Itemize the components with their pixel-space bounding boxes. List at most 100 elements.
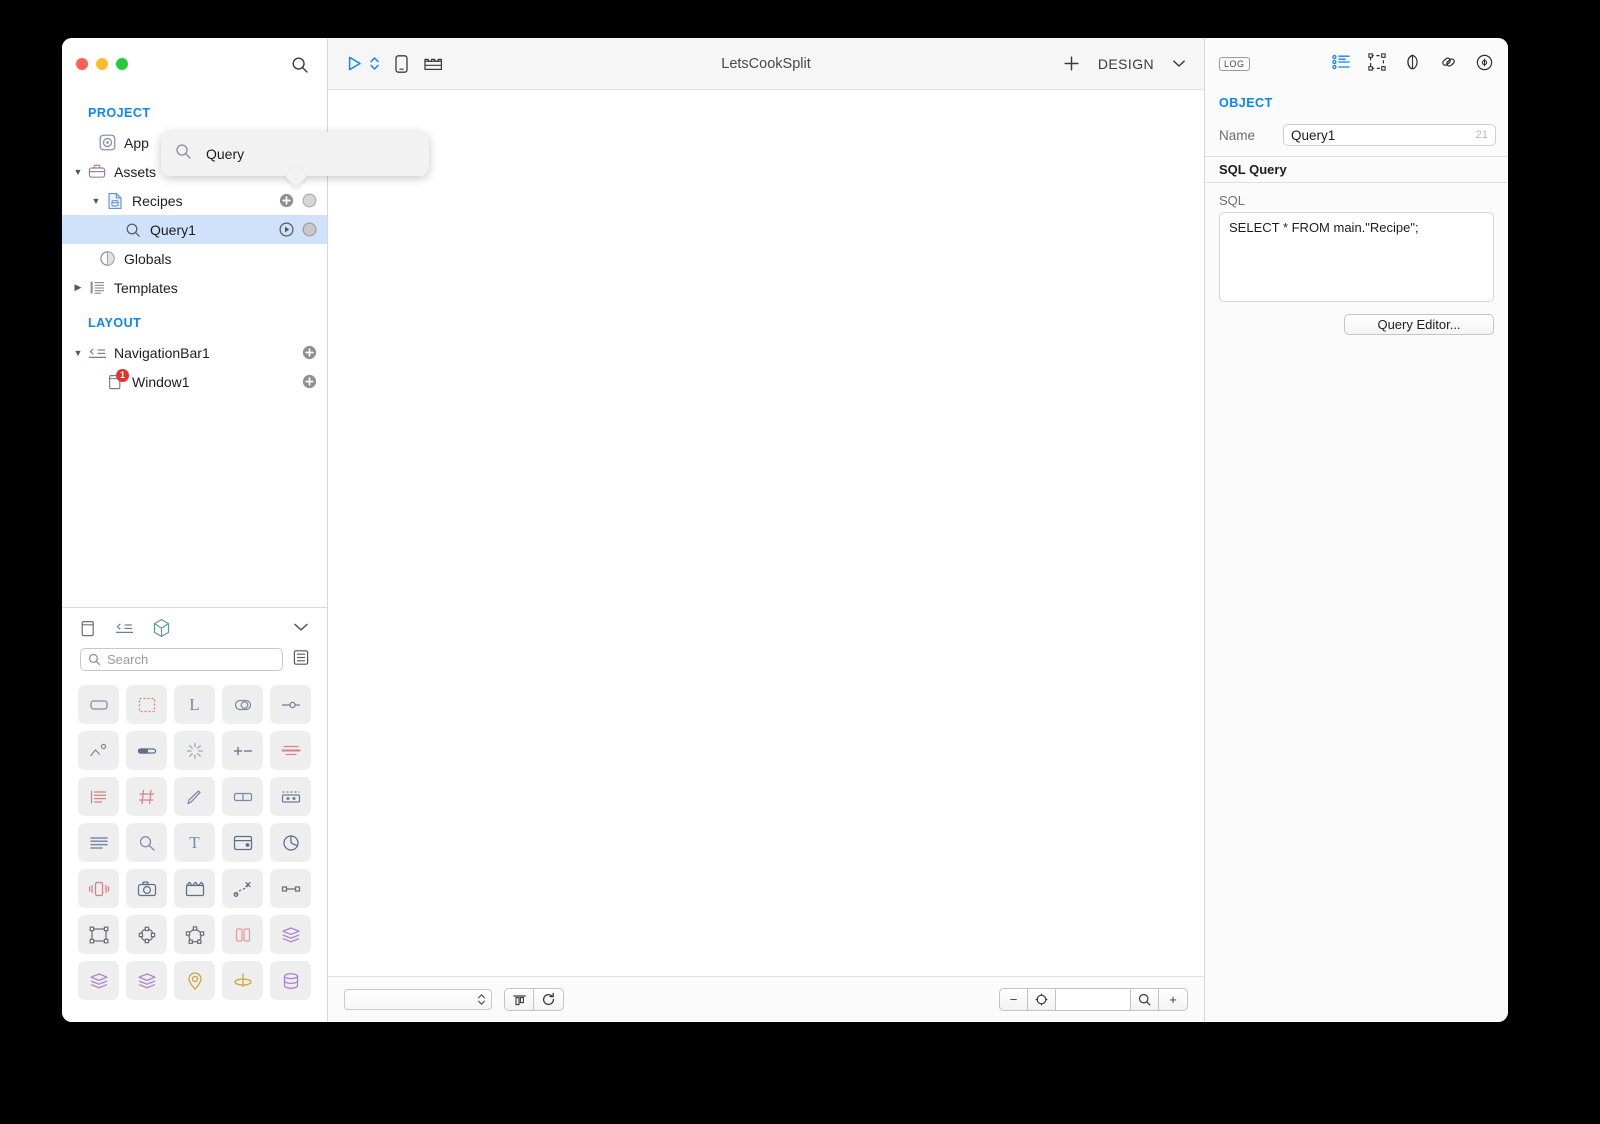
boundingbox-control[interactable] (78, 915, 119, 954)
mode-label[interactable]: DESIGN (1098, 56, 1154, 72)
row-actions (302, 374, 317, 389)
layout-bounds-icon[interactable] (1368, 52, 1386, 76)
close-window-button[interactable] (76, 58, 88, 70)
name-field-row: Name Query1 21 (1205, 116, 1508, 156)
joint-control[interactable] (270, 869, 311, 908)
haptics-control[interactable] (78, 869, 119, 908)
slider-control[interactable] (270, 685, 311, 724)
tree-row-navigationbar1[interactable]: ▼ NavigationBar1 (62, 338, 327, 367)
plus-icon[interactable] (1063, 55, 1080, 72)
list-view-icon[interactable] (293, 649, 309, 671)
disclosure-triangle[interactable]: ▼ (70, 167, 86, 177)
progressbar-control[interactable] (126, 731, 167, 770)
tree-row-templates[interactable]: ▶ Templates (62, 273, 327, 302)
camera-icon (136, 879, 158, 899)
design-canvas[interactable] (328, 90, 1204, 976)
device-icon[interactable] (394, 54, 409, 74)
appearance-icon[interactable] (1403, 53, 1422, 76)
bindings-link-icon[interactable] (1439, 53, 1458, 76)
tree-row-query1[interactable]: Query1 (62, 215, 327, 244)
paint-control[interactable] (174, 777, 215, 816)
object-selector-combo[interactable] (344, 989, 492, 1010)
add-child-button[interactable] (302, 345, 317, 360)
separator-control[interactable] (270, 731, 311, 770)
tree-row-recipes[interactable]: ▼ Recipes (62, 186, 327, 215)
polygon-node-control[interactable] (174, 915, 215, 954)
circle-node-control[interactable] (126, 915, 167, 954)
layers2-control[interactable] (78, 961, 119, 1000)
button-control[interactable] (78, 685, 119, 724)
target-icon[interactable] (1028, 989, 1056, 1010)
row-actions (279, 193, 317, 208)
chevron-down-icon[interactable] (1172, 59, 1186, 68)
magnifier-icon[interactable] (1131, 989, 1159, 1010)
collapse-library-icon[interactable] (293, 619, 309, 637)
window-icon: 1 (104, 368, 129, 391)
hash-icon (136, 787, 158, 807)
status-circle-icon[interactable] (302, 222, 317, 237)
zoom-window-button[interactable] (116, 58, 128, 70)
search-popover[interactable]: Query (161, 132, 429, 176)
preview-eye-icon[interactable] (1475, 53, 1494, 76)
switch-control[interactable] (222, 685, 263, 724)
search-icon[interactable] (291, 56, 309, 74)
row-actions (279, 222, 317, 237)
stepper-control[interactable] (222, 731, 263, 770)
cube-tab-icon[interactable] (152, 618, 171, 638)
movieplayer-control[interactable] (174, 869, 215, 908)
window-tab-icon[interactable] (80, 619, 97, 638)
zoom-in-button[interactable]: + (1159, 989, 1187, 1010)
layers3-control[interactable] (126, 961, 167, 1000)
listbox-control[interactable] (78, 777, 119, 816)
minimize-window-button[interactable] (96, 58, 108, 70)
chart-control[interactable] (270, 823, 311, 862)
database-file-icon (104, 192, 126, 210)
navbar-tab-icon[interactable] (115, 621, 134, 635)
add-child-button[interactable] (302, 374, 317, 389)
refresh-icon[interactable] (534, 989, 563, 1010)
run-query-button[interactable] (279, 222, 294, 237)
toolbar-control[interactable] (270, 777, 311, 816)
toolbar-right-group: DESIGN (1063, 55, 1186, 72)
tree-row-window1[interactable]: 1 Window1 (62, 367, 327, 396)
zoom-out-button[interactable]: − (1000, 989, 1028, 1010)
sql-textarea[interactable]: SELECT * FROM main."Recipe"; (1219, 212, 1494, 302)
disclosure-triangle[interactable]: ▼ (70, 348, 86, 358)
splitview-control[interactable] (222, 915, 263, 954)
align-icon[interactable] (505, 989, 534, 1010)
layout-icon[interactable] (423, 55, 443, 73)
play-icon[interactable] (346, 55, 363, 72)
query-editor-button[interactable]: Query Editor... (1344, 314, 1494, 335)
library-search-input[interactable]: Search (80, 648, 283, 671)
label-control[interactable]: L (174, 685, 215, 724)
updown-chevron-icon (478, 994, 485, 1005)
location-control[interactable] (174, 961, 215, 1000)
query-icon (122, 222, 144, 238)
segment-control[interactable] (222, 777, 263, 816)
imageviewer-control[interactable] (78, 731, 119, 770)
textfield-control[interactable]: T (174, 823, 215, 862)
add-child-button[interactable] (279, 193, 294, 208)
canvas-control[interactable] (126, 685, 167, 724)
row-actions (302, 345, 317, 360)
status-circle-icon[interactable] (302, 193, 317, 208)
motion-control[interactable] (222, 869, 263, 908)
camera-control[interactable] (126, 869, 167, 908)
zoom-value-field[interactable] (1056, 989, 1131, 1010)
disclosure-triangle[interactable]: ▼ (88, 196, 104, 206)
spinner-control[interactable] (174, 731, 215, 770)
database-control[interactable] (270, 961, 311, 1000)
search-icon (175, 143, 192, 165)
properties-list-icon[interactable] (1332, 54, 1351, 75)
tree-row-globals[interactable]: Globals (62, 244, 327, 273)
updown-chevron-icon[interactable] (369, 55, 380, 72)
searchfield-control[interactable] (126, 823, 167, 862)
name-input[interactable]: Query1 21 (1283, 124, 1496, 146)
orbit-control[interactable] (222, 961, 263, 1000)
textarea-control[interactable] (78, 823, 119, 862)
disclosure-triangle[interactable]: ▶ (70, 282, 86, 293)
log-button[interactable]: LOG (1219, 57, 1250, 71)
datepicker-control[interactable] (222, 823, 263, 862)
grid-control[interactable] (126, 777, 167, 816)
layers-control[interactable] (270, 915, 311, 954)
